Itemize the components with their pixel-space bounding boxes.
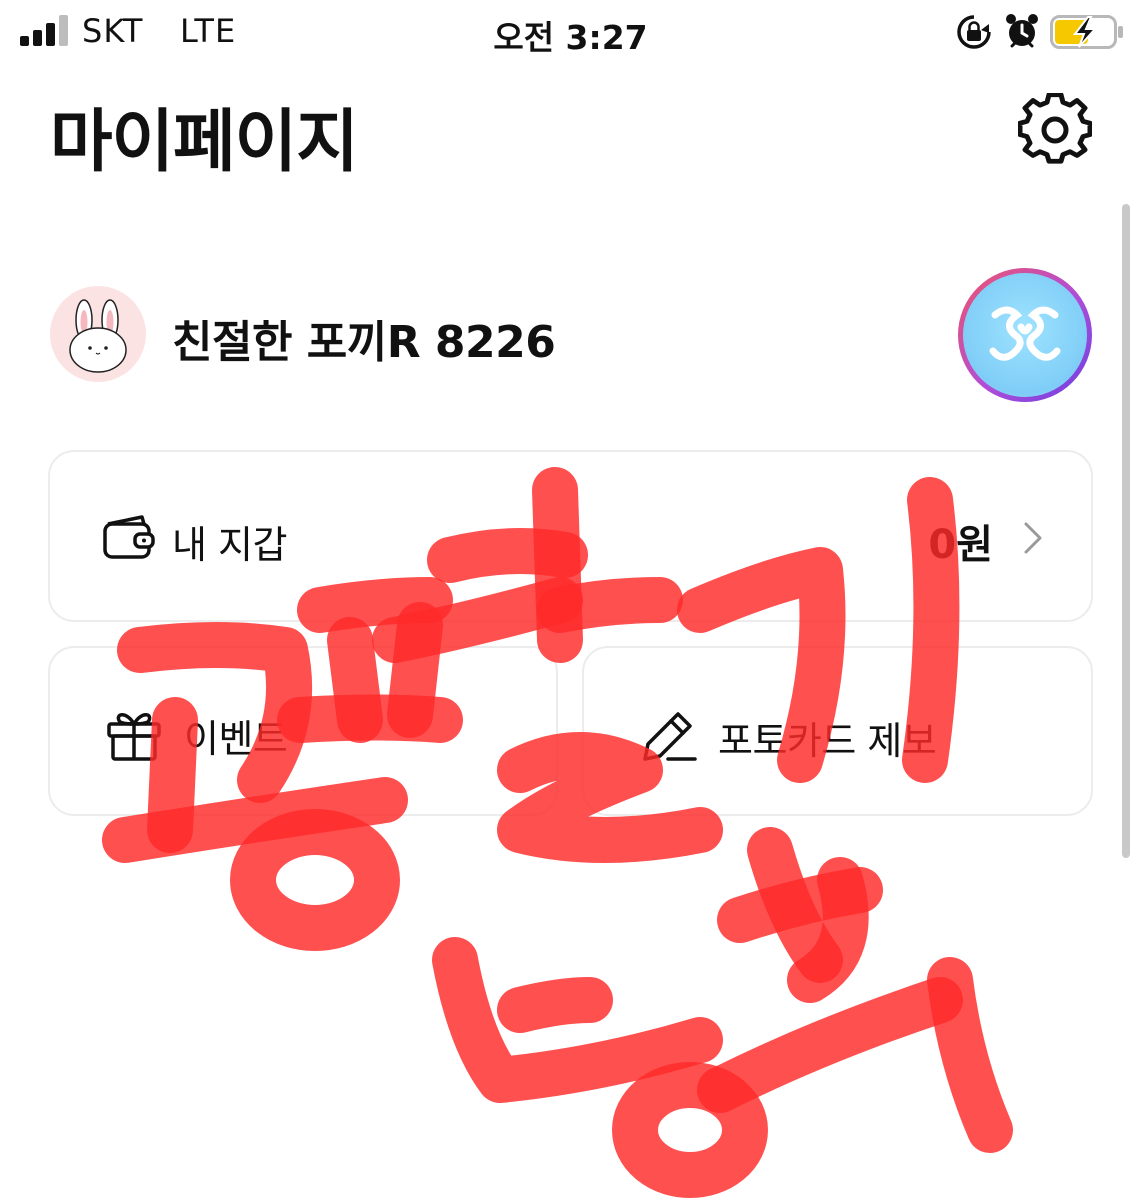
scrollbar[interactable] (1122, 204, 1130, 858)
membership-badge[interactable] (958, 268, 1092, 402)
event-label: 이벤트 (184, 717, 288, 761)
event-card[interactable]: 이벤트 (48, 646, 558, 816)
wallet-card[interactable]: 내 지갑 0원 (48, 450, 1093, 622)
wallet-balance: 0원 (928, 522, 993, 568)
battery-charging-icon (1050, 15, 1123, 49)
photocard-report-card[interactable]: 포토카드 제보 (582, 646, 1093, 816)
alarm-clock-icon (1006, 14, 1038, 48)
profile-avatar[interactable] (50, 286, 146, 382)
badge-emblem-icon (989, 306, 1061, 361)
settings-gear-icon[interactable] (1018, 93, 1092, 167)
gift-icon (107, 713, 161, 761)
page-title: 마이페이지 (50, 103, 359, 182)
rotation-lock-icon (957, 15, 991, 49)
wallet-label: 내 지갑 (172, 523, 287, 567)
pencil-icon (643, 712, 697, 761)
status-bar: SKT LTE 오전 3:27 (0, 0, 1141, 64)
bunny-avatar-icon (69, 299, 127, 373)
photocard-report-label: 포토카드 제보 (718, 719, 937, 763)
chevron-right-icon (1024, 522, 1042, 554)
wallet-icon (103, 515, 155, 559)
profile-nickname[interactable]: 친절한 포끼R 8226 (172, 306, 556, 370)
